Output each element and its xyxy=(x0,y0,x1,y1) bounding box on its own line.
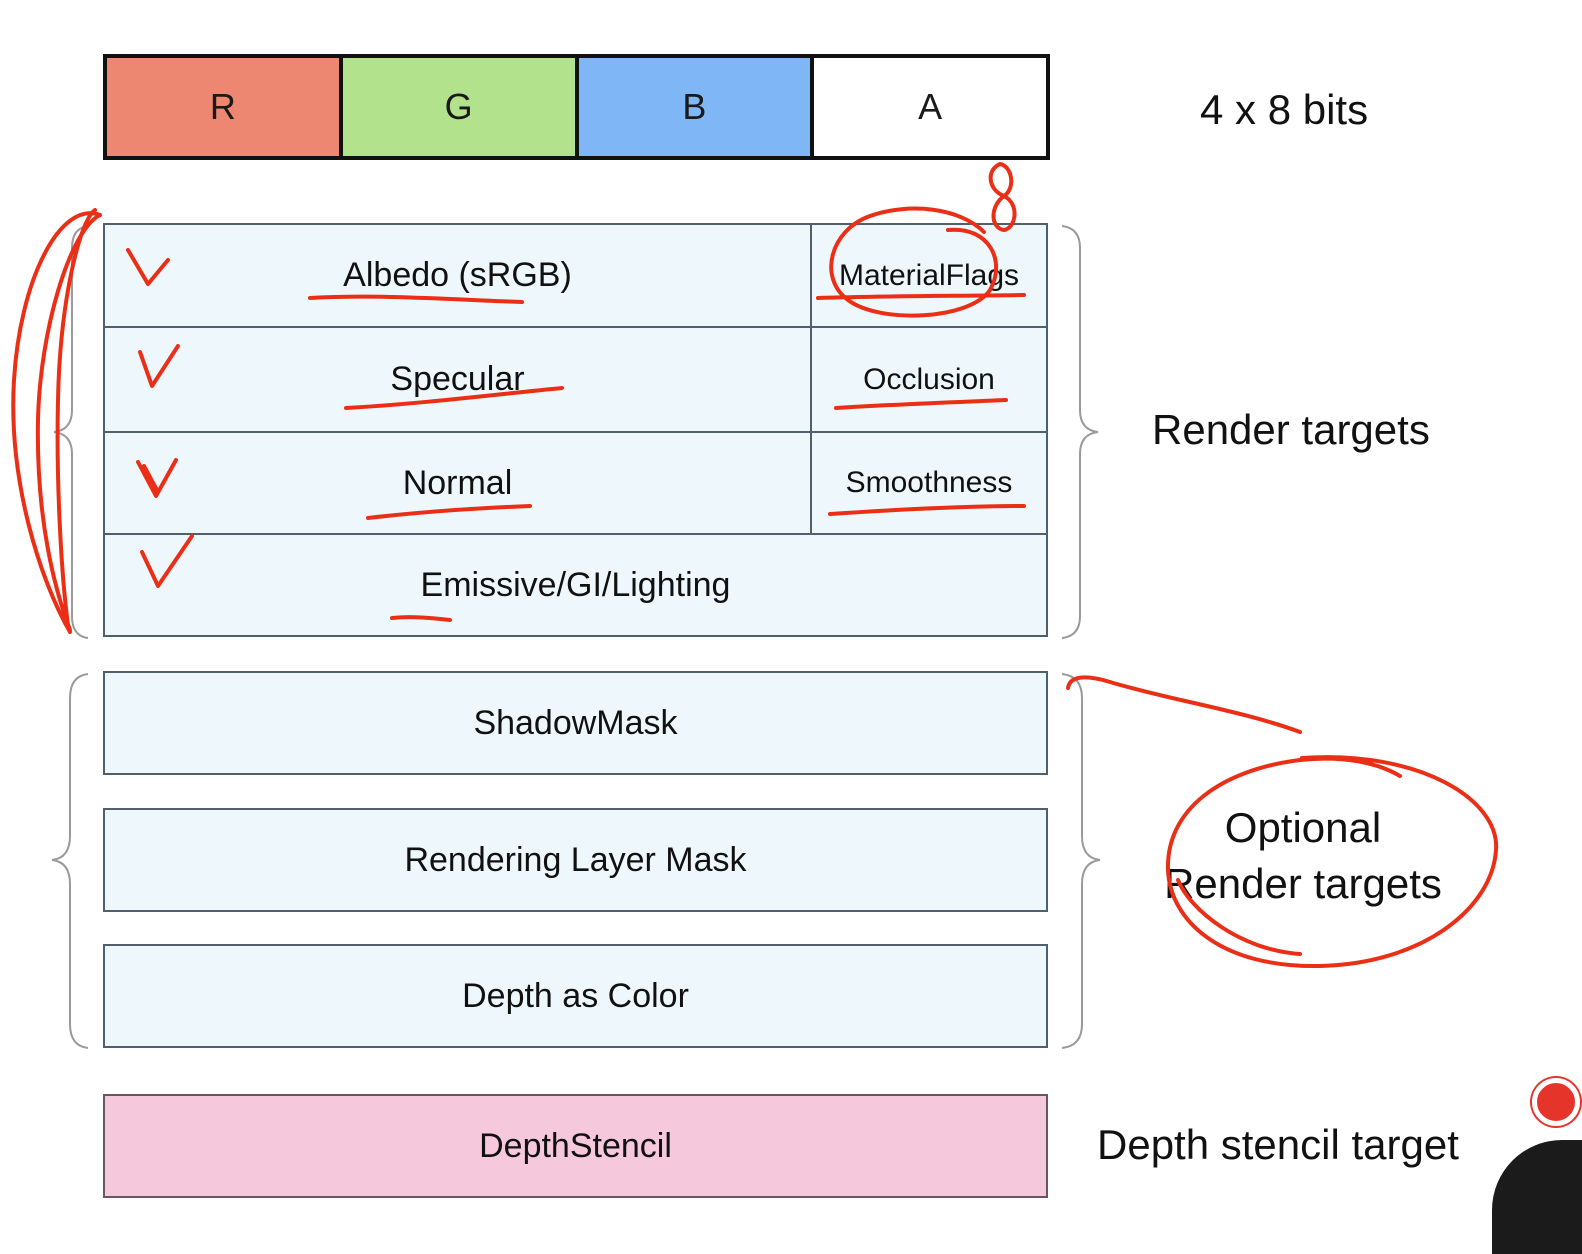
channel-r-label: R xyxy=(209,86,236,127)
depth-as-color-cell: Depth as Color xyxy=(103,944,1048,1048)
optional-arrow-ink xyxy=(1066,675,1302,734)
shadowmask-label: ShadowMask xyxy=(473,703,678,742)
depth-stencil-target-label: Depth stencil target xyxy=(1097,1121,1459,1168)
optional-targets-brace-left xyxy=(51,673,89,1049)
depth-as-color-label: Depth as Color xyxy=(462,976,689,1015)
occlusion-cell: Occlusion xyxy=(810,326,1048,433)
smoothness-label: Smoothness xyxy=(845,466,1013,499)
material-flags-label: MaterialFlags xyxy=(838,258,1020,292)
specular-label: Specular xyxy=(390,360,525,398)
optional-label-line2: Render targets xyxy=(1164,860,1442,907)
channel-g: G xyxy=(342,58,579,156)
rendering-layer-mask-label: Rendering Layer Mask xyxy=(404,840,747,879)
rgba-channel-bar: R G B A xyxy=(103,54,1050,160)
occlusion-label: Occlusion xyxy=(863,362,995,396)
channel-b-label: B xyxy=(682,86,707,127)
channel-b: B xyxy=(578,58,815,156)
channel-g-label: G xyxy=(444,86,473,127)
optional-render-targets-label: Optional Render targets xyxy=(1150,800,1456,912)
emissive-label: Emissive/GI/Lighting xyxy=(420,565,731,604)
albedo-label: Albedo (sRGB) xyxy=(343,256,572,294)
albedo-cell: Albedo (sRGB) xyxy=(103,223,812,328)
shadowmask-cell: ShadowMask xyxy=(103,671,1048,775)
depth-stencil-cell: DepthStencil xyxy=(103,1094,1048,1198)
rendering-layer-mask-cell: Rendering Layer Mask xyxy=(103,808,1048,912)
optional-targets-brace-right xyxy=(1061,673,1101,1049)
emissive-cell: Emissive/GI/Lighting xyxy=(103,533,1048,637)
specular-cell: Specular xyxy=(103,326,812,433)
record-indicator-icon xyxy=(1532,1078,1580,1126)
optional-label-line1: Optional xyxy=(1224,804,1382,851)
depth-stencil-label: DepthStencil xyxy=(479,1126,672,1165)
render-targets-label: Render targets xyxy=(1152,406,1430,453)
smoothness-cell: Smoothness xyxy=(810,431,1048,535)
channel-a: A xyxy=(814,58,1046,156)
normal-label: Normal xyxy=(402,463,513,502)
left-bracket-ink xyxy=(11,208,102,634)
material-flags-cell: MaterialFlags xyxy=(810,223,1048,328)
normal-cell: Normal xyxy=(103,431,812,535)
handwritten-eight xyxy=(988,162,1017,232)
presenter-video-thumbnail xyxy=(1492,1140,1582,1254)
channel-r: R xyxy=(107,58,343,156)
channel-a-label: A xyxy=(918,86,943,127)
bits-label: 4 x 8 bits xyxy=(1200,86,1369,133)
render-targets-brace-right xyxy=(1061,225,1099,639)
render-targets-brace-left xyxy=(53,225,89,639)
